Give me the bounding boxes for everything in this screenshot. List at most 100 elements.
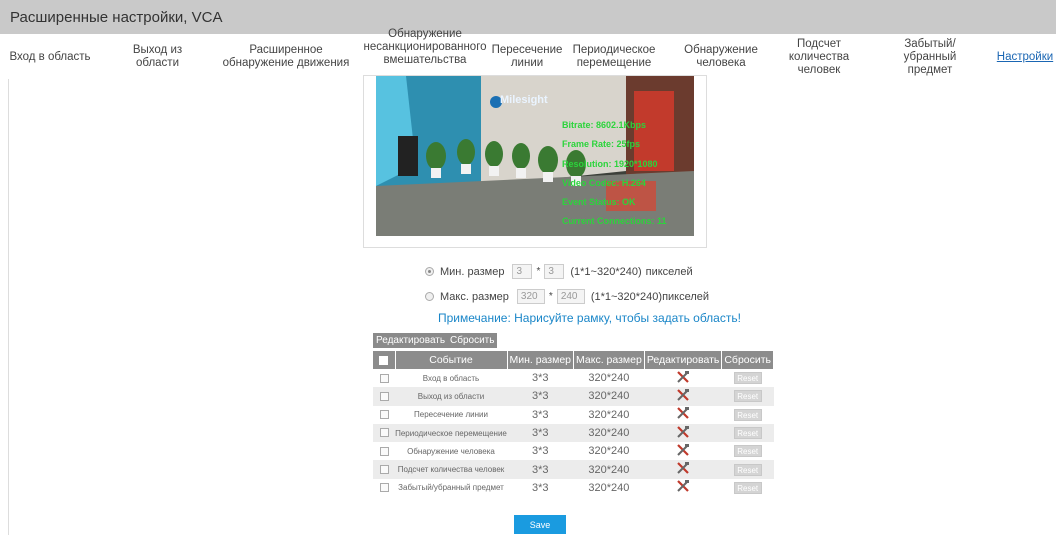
row-max-size: 320*240 [588,481,630,494]
max-size-label: Макс. размер [440,290,509,303]
min-size-range: (1*1~320*240) [570,265,642,278]
min-width-input[interactable] [512,264,533,279]
tools-icon[interactable] [676,480,690,493]
col-min-size: Мин. размер [507,351,575,369]
table-row: Выход из области 3*3 320*240 Reset [373,387,774,406]
row-min-size: 3*3 [532,445,549,458]
row-edit-cell [644,406,722,424]
row-reset-cell: Reset [721,423,774,443]
table-row: Вход в область 3*3 320*240 Reset [373,369,774,387]
row-min-size: 3*3 [507,387,574,406]
row-checkbox[interactable] [379,483,389,493]
tools-icon[interactable] [676,462,690,474]
table-row: Обнаружение человека 3*3 320*240 Reset [373,442,774,460]
osd-event-status: Event Status: OK [562,197,636,207]
save-button[interactable]: Save [514,515,566,534]
tab-people-counting[interactable]: Подсчет количества человек [766,37,872,77]
max-height-input[interactable] [556,289,585,304]
tools-icon[interactable] [676,425,690,438]
row-checkbox[interactable] [379,464,389,474]
max-size-radio[interactable] [425,292,434,301]
row-event: Пересечение линии [414,410,488,420]
max-size-range: (1*1~320*240) [590,290,663,303]
max-size-row: Макс. размер * (1*1~320*240) пикселей [425,289,709,304]
brand-logo: Milesight [500,94,548,106]
select-all-header [373,351,396,369]
tab-loitering[interactable]: Периодическое перемещение [565,37,663,77]
row-min-size: 3*3 [532,372,549,385]
col-max-size: Макс. размер [573,351,645,369]
video-preview-frame: Milesight Bitrate: 8602.1Kbps Frame Rate… [363,75,707,248]
row-event: Забытый/убранный предмет [398,483,504,493]
select-all-checkbox[interactable] [379,355,389,365]
osd-video-codec: Video Codec: H.264 [562,178,646,188]
tools-icon[interactable] [676,388,690,401]
row-checkbox[interactable] [379,428,389,438]
col-reset: Сбросить [721,351,775,369]
window-title: Расширенные настройки, VCA [0,0,1056,34]
row-event: Подсчет количества человек [395,460,507,479]
row-event: Обнаружение человека [407,446,495,456]
tab-object-left-removed[interactable]: Забытый/убранный предмет [878,37,982,77]
row-reset-cell: Reset [722,442,774,460]
osd-resolution: Resolution: 1920*1080 [562,159,658,169]
row-reset-button[interactable]: Reset [733,445,762,458]
row-min-size: 3*3 [507,460,574,479]
row-reset-cell: Reset [722,479,774,497]
max-width-input[interactable] [516,289,545,304]
table-row: Пересечение линии 3*3 320*240 Reset [373,406,774,424]
tab-area-exit[interactable]: Выход из области [110,37,205,77]
tab-bar: Вход в область Выход из области Расширен… [0,28,1056,77]
tab-settings[interactable]: Настройки [994,37,1056,77]
table-header-row: Событие Мин. размер Макс. размер Редакти… [373,351,775,369]
row-min-size: 3*3 [507,423,574,443]
row-reset-cell: Reset [722,406,774,424]
row-max-size: 320*240 [573,423,645,443]
event-size-table: Событие Мин. размер Макс. размер Редакти… [373,351,775,497]
tools-icon[interactable] [676,443,690,456]
col-event: Событие [395,351,508,369]
row-max-size: 320*240 [573,460,645,479]
row-max-size: 320*240 [588,408,630,421]
min-size-separator: * [536,266,541,277]
osd-connections: Current Connections: 11 [562,216,667,226]
table-row: Забытый/убранный предмет 3*3 320*240 Res… [373,479,774,497]
row-reset-button[interactable]: Reset [733,463,762,476]
row-reset-cell: Reset [721,387,774,406]
row-edit-cell [644,387,722,406]
row-reset-button[interactable]: Reset [733,481,762,494]
row-checkbox[interactable] [379,373,389,383]
tab-line-crossing[interactable]: Пересечение линии [492,37,563,77]
row-reset-button[interactable]: Reset [733,408,762,421]
row-reset-button[interactable]: Reset [733,372,762,385]
row-reset-cell: Reset [722,369,774,387]
row-reset-button[interactable]: Reset [733,427,762,440]
row-event: Выход из области [395,387,507,406]
tab-advanced-motion[interactable]: Расширенное обнаружение движения [212,37,360,77]
tab-human-detection[interactable]: Обнаружение человека [676,37,766,77]
min-size-unit: пикселей [645,265,693,278]
min-size-radio[interactable] [425,267,434,276]
min-size-row: Мин. размер * (1*1~320*240) пикселей [425,264,693,279]
edit-button[interactable]: Редактировать [373,333,449,348]
row-edit-cell [644,423,722,443]
tools-icon[interactable] [676,370,690,383]
row-checkbox[interactable] [379,391,389,401]
tab-tamper-detection[interactable]: Обнаружение несанкционированного вмешате… [362,27,488,67]
row-checkbox[interactable] [379,446,389,456]
row-reset-button[interactable]: Reset [733,390,762,403]
row-max-size: 320*240 [588,445,630,458]
row-max-size: 320*240 [588,372,630,385]
row-max-size: 320*240 [573,387,645,406]
reset-all-button[interactable]: Сбросить [447,333,498,348]
row-checkbox[interactable] [379,410,389,420]
osd-bitrate: Bitrate: 8602.1Kbps [562,120,647,130]
row-min-size: 3*3 [532,408,549,421]
tools-icon[interactable] [676,407,690,420]
tab-area-entrance[interactable]: Вход в область [0,37,100,77]
min-height-input[interactable] [544,264,565,279]
col-edit: Редактировать [644,351,723,369]
video-preview[interactable]: Milesight Bitrate: 8602.1Kbps Frame Rate… [376,76,694,236]
row-edit-cell [644,479,722,497]
table-row: Подсчет количества человек 3*3 320*240 R… [373,460,774,479]
